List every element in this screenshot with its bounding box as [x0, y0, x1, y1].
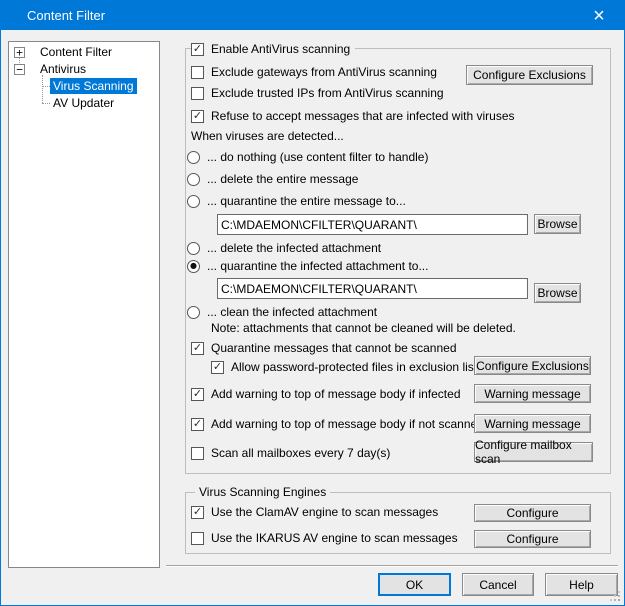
checkmark-icon: ✓: [193, 418, 202, 429]
do-nothing-row: ... do nothing (use content filter to ha…: [187, 149, 428, 165]
checkmark-icon: ✓: [213, 361, 222, 372]
allow-password-protected-row: ✓ Allow password-protected files in excl…: [211, 359, 487, 375]
clean-attachment-radio[interactable]: [187, 306, 200, 319]
tree-item-antivirus[interactable]: − Antivirus: [14, 61, 86, 77]
radio-dot-icon: ●: [190, 262, 197, 270]
do-nothing-radio[interactable]: [187, 151, 200, 164]
delete-attachment-row: ... delete the infected attachment: [187, 240, 381, 256]
tree-item-av-updater[interactable]: AV Updater: [53, 95, 114, 111]
allow-password-protected-checkbox[interactable]: ✓: [211, 361, 224, 374]
clean-note-label: Note: attachments that cannot be cleaned…: [211, 321, 516, 335]
quarantine-attachment-path-input[interactable]: [217, 278, 528, 299]
quarantine-message-label: ... quarantine the entire message to...: [207, 194, 406, 208]
warn-not-scanned-label: Add warning to top of message body if no…: [211, 417, 484, 431]
refuse-infected-checkbox[interactable]: ✓: [191, 110, 204, 123]
delete-message-row: ... delete the entire message: [187, 171, 358, 187]
refuse-infected-row: ✓ Refuse to accept messages that are inf…: [191, 108, 515, 124]
warn-infected-label: Add warning to top of message body if in…: [211, 387, 461, 401]
enable-antivirus-checkbox[interactable]: ✓: [191, 43, 204, 56]
title-bar: Content Filter: [1, 1, 624, 30]
clamav-row: ✓ Use the ClamAV engine to scan messages: [191, 504, 438, 520]
collapse-minus-icon[interactable]: −: [14, 64, 25, 75]
scan-mailboxes-checkbox[interactable]: [191, 447, 204, 460]
warning-message-not-scanned-button[interactable]: Warning message: [474, 414, 591, 433]
scan-mailboxes-label: Scan all mailboxes every 7 day(s): [211, 446, 390, 460]
exclude-trusted-ips-row: Exclude trusted IPs from AntiVirus scann…: [191, 85, 444, 101]
help-button[interactable]: Help: [545, 573, 618, 596]
clean-attachment-row: ... clean the infected attachment: [187, 304, 377, 320]
checkmark-icon: ✓: [193, 110, 202, 121]
configure-ikarus-button[interactable]: Configure: [474, 530, 591, 548]
quarantine-attachment-row: ● ... quarantine the infected attachment…: [187, 258, 428, 274]
refuse-infected-label: Refuse to accept messages that are infec…: [211, 109, 515, 123]
ok-button[interactable]: OK: [378, 573, 451, 596]
browse-attachment-path-button[interactable]: Browse: [534, 283, 581, 303]
warning-message-infected-button[interactable]: Warning message: [474, 384, 591, 403]
tree-connector: [42, 103, 50, 104]
quarantine-message-row: ... quarantine the entire message to...: [187, 193, 406, 209]
quarantine-attachment-label: ... quarantine the infected attachment t…: [207, 259, 428, 273]
quarantine-message-path-input[interactable]: [217, 214, 528, 235]
quarantine-message-radio[interactable]: [187, 195, 200, 208]
exclude-trusted-ips-checkbox[interactable]: [191, 87, 204, 100]
browse-message-path-button[interactable]: Browse: [534, 214, 581, 234]
ikarus-row: Use the IKARUS AV engine to scan message…: [191, 530, 458, 546]
when-viruses-detected-label: When viruses are detected...: [191, 129, 344, 143]
exclude-gateways-checkbox[interactable]: [191, 66, 204, 79]
tree-item-content-filter[interactable]: + Content Filter: [14, 44, 112, 60]
exclude-trusted-ips-label: Exclude trusted IPs from AntiVirus scann…: [211, 86, 444, 100]
do-nothing-label: ... do nothing (use content filter to ha…: [207, 150, 428, 164]
configure-exclusions-button[interactable]: Configure Exclusions: [466, 65, 593, 85]
content-filter-dialog: Content Filter × + Content Filter − Anti…: [0, 0, 625, 606]
virus-scanning-engines-label: Virus Scanning Engines: [195, 485, 330, 499]
tree-item-label[interactable]: Antivirus: [40, 62, 86, 76]
navigation-tree: + Content Filter − Antivirus Virus Scann…: [8, 41, 160, 568]
configure-clamav-button[interactable]: Configure: [474, 504, 591, 522]
close-icon[interactable]: ×: [584, 1, 614, 30]
quarantine-unscannable-row: ✓ Quarantine messages that cannot be sca…: [191, 340, 457, 356]
configure-exclusions-password-button[interactable]: Configure Exclusions: [474, 356, 591, 375]
ikarus-label: Use the IKARUS AV engine to scan message…: [211, 531, 458, 545]
exclude-gateways-row: Exclude gateways from AntiVirus scanning: [191, 64, 437, 80]
delete-message-label: ... delete the entire message: [207, 172, 358, 186]
enable-antivirus-row: ✓ Enable AntiVirus scanning: [191, 41, 355, 57]
tree-item-label[interactable]: AV Updater: [53, 96, 114, 110]
quarantine-attachment-radio[interactable]: ●: [187, 260, 200, 273]
window-title: Content Filter: [27, 8, 105, 23]
delete-message-radio[interactable]: [187, 173, 200, 186]
checkmark-icon: ✓: [193, 388, 202, 399]
ikarus-checkbox[interactable]: [191, 532, 204, 545]
checkmark-icon: ✓: [193, 43, 202, 54]
clamav-label: Use the ClamAV engine to scan messages: [211, 505, 438, 519]
quarantine-unscannable-label: Quarantine messages that cannot be scann…: [211, 341, 457, 355]
warn-infected-row: ✓ Add warning to top of message body if …: [191, 386, 461, 402]
configure-mailbox-scan-button[interactable]: Configure mailbox scan: [474, 442, 593, 462]
footer-separator: [166, 565, 618, 567]
allow-password-protected-label: Allow password-protected files in exclus…: [231, 360, 487, 374]
checkmark-icon: ✓: [193, 342, 202, 353]
cancel-button[interactable]: Cancel: [462, 573, 534, 596]
scan-mailboxes-row: Scan all mailboxes every 7 day(s): [191, 445, 390, 461]
delete-attachment-label: ... delete the infected attachment: [207, 241, 381, 255]
warn-not-scanned-checkbox[interactable]: ✓: [191, 418, 204, 431]
expand-plus-icon[interactable]: +: [14, 47, 25, 58]
tree-item-label[interactable]: Content Filter: [40, 45, 112, 59]
resize-grip[interactable]: [618, 599, 620, 601]
exclude-gateways-label: Exclude gateways from AntiVirus scanning: [211, 65, 437, 79]
tree-connector: [42, 75, 43, 103]
quarantine-unscannable-checkbox[interactable]: ✓: [191, 342, 204, 355]
clean-attachment-label: ... clean the infected attachment: [207, 305, 377, 319]
clamav-checkbox[interactable]: ✓: [191, 506, 204, 519]
tree-item-label-selected[interactable]: Virus Scanning: [50, 78, 137, 94]
checkmark-icon: ✓: [193, 506, 202, 517]
enable-antivirus-label: Enable AntiVirus scanning: [211, 42, 350, 56]
warn-not-scanned-row: ✓ Add warning to top of message body if …: [191, 416, 484, 432]
delete-attachment-radio[interactable]: [187, 242, 200, 255]
tree-item-virus-scanning[interactable]: Virus Scanning: [50, 78, 137, 94]
warn-infected-checkbox[interactable]: ✓: [191, 388, 204, 401]
tree-connector: [42, 86, 50, 87]
